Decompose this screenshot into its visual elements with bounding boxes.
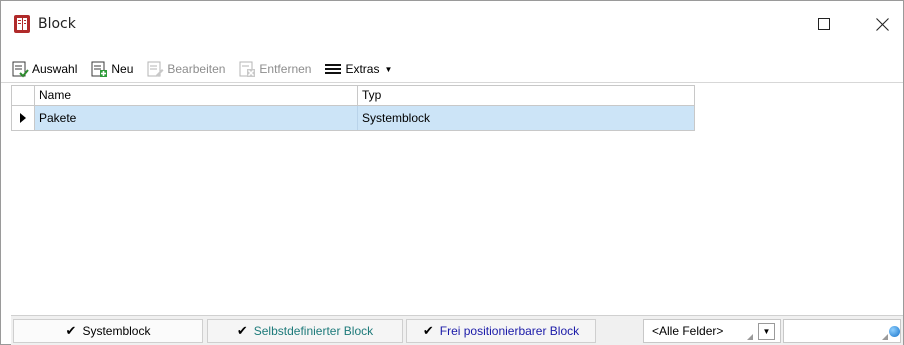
field-select-value: <Alle Felder> [652, 324, 724, 338]
filter-selbstdefiniert-label: Selbstdefinierter Block [253, 324, 374, 338]
row-indicator-header [12, 86, 35, 105]
bearbeiten-button[interactable]: Bearbeiten [146, 58, 225, 80]
toolbar: Auswahl Neu Bearbeiten Entfernen Extras … [1, 56, 903, 83]
resize-grip-icon[interactable] [882, 334, 888, 340]
column-header-name[interactable]: Name [35, 86, 358, 105]
cell-name[interactable]: Pakete [35, 106, 358, 130]
grid-header: Name Typ [11, 85, 695, 106]
maximize-button[interactable] [801, 1, 847, 47]
extras-label: Extras [345, 62, 380, 76]
chevron-down-icon: ▼ [762, 327, 771, 336]
row-indicator [12, 106, 35, 130]
close-icon [875, 17, 889, 31]
entfernen-label: Entfernen [259, 62, 312, 76]
column-header-typ[interactable]: Typ [358, 86, 694, 105]
checkmark-icon: ✔ [236, 323, 248, 338]
remove-icon [239, 61, 256, 77]
auswahl-button[interactable]: Auswahl [11, 58, 77, 80]
block-window: Block Auswahl Neu Bearbeiten Entfernen E… [0, 0, 904, 345]
neu-label: Neu [111, 62, 134, 76]
field-select-dropdown-button[interactable]: ▼ [758, 323, 775, 340]
resize-grip-icon[interactable] [747, 334, 753, 340]
window-title: Block [38, 16, 76, 32]
filter-frei-positionierbar-toggle[interactable]: ✔ Frei positionierbarer Block [406, 319, 596, 343]
extras-menu-button[interactable]: Extras ▼ [324, 58, 392, 80]
cell-typ[interactable]: Systemblock [358, 106, 694, 130]
block-grid: Name Typ Pakete Systemblock [11, 85, 695, 135]
current-row-arrow-icon [20, 113, 26, 123]
filter-systemblock-toggle[interactable]: ✔ Systemblock [13, 319, 203, 343]
checkmark-icon: ✔ [65, 323, 77, 338]
edit-icon [147, 61, 164, 77]
auswahl-label: Auswahl [32, 62, 78, 76]
search-input[interactable] [783, 319, 901, 343]
title-bar[interactable]: Block [1, 1, 903, 47]
select-icon [12, 61, 29, 78]
table-row[interactable]: Pakete Systemblock [11, 106, 695, 131]
filter-selbstdefiniert-toggle[interactable]: ✔ Selbstdefinierter Block [207, 319, 403, 343]
close-button[interactable] [859, 1, 904, 47]
maximize-icon [818, 18, 830, 30]
menu-icon [325, 64, 342, 74]
filter-bar: ✔ Systemblock ✔ Selbstdefinierter Block … [11, 315, 903, 345]
entfernen-button[interactable]: Entfernen [238, 58, 311, 80]
checkmark-icon: ✔ [422, 323, 434, 338]
chevron-down-icon: ▼ [384, 64, 393, 74]
bearbeiten-label: Bearbeiten [167, 62, 226, 76]
neu-button[interactable]: Neu [90, 58, 133, 80]
field-select[interactable]: <Alle Felder> ▼ [643, 319, 781, 343]
filter-systemblock-label: Systemblock [82, 324, 151, 338]
filter-frei-positionierbar-label: Frei positionierbarer Block [439, 324, 580, 338]
globe-icon[interactable] [889, 326, 900, 337]
app-icon [14, 15, 30, 33]
new-icon [91, 61, 108, 77]
